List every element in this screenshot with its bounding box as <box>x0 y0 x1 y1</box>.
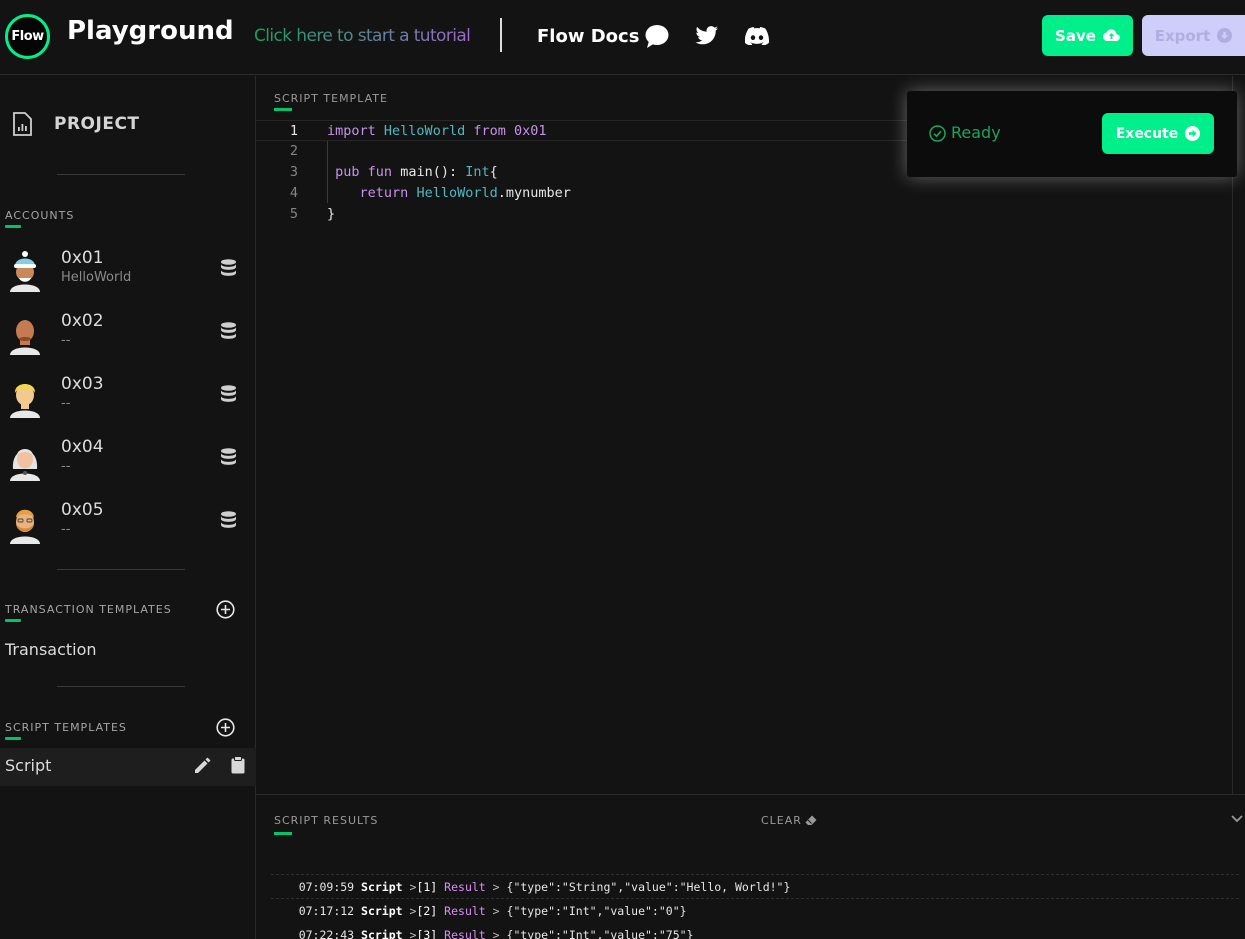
script-template-item-selected[interactable]: Script <box>0 748 256 786</box>
account-contract-name: -- <box>61 459 71 474</box>
twitter-icon[interactable] <box>693 22 721 50</box>
avatar <box>10 449 40 481</box>
results-section-label: SCRIPT RESULTS <box>274 814 379 827</box>
logo-text: Flow <box>11 29 44 44</box>
log-value: {"type":"Int","value":"75"} <box>506 928 694 939</box>
avatar <box>10 251 40 292</box>
account-address: 0x04 <box>61 437 104 457</box>
project-label: PROJECT <box>54 114 140 134</box>
account-contract-name: -- <box>61 522 71 537</box>
app-title: Playground <box>67 16 234 46</box>
code-text: return HelloWorld.mynumber <box>359 185 571 201</box>
avatar <box>10 320 40 355</box>
discord-icon[interactable] <box>743 22 771 50</box>
project-file-icon <box>13 112 32 136</box>
header-divider <box>500 18 502 52</box>
section-underline <box>5 737 21 740</box>
sidebar: PROJECT ACCOUNTS 0x01 HelloWorld 0x02 -- <box>0 76 256 939</box>
account-address: 0x03 <box>61 374 104 394</box>
clear-label: CLEAR <box>761 814 802 827</box>
flow-logo[interactable]: Flow <box>5 14 50 59</box>
export-label: Export <box>1154 26 1211 45</box>
code-editor[interactable]: SCRIPT TEMPLATE 1 import HelloWorld from… <box>256 76 1233 794</box>
line-number: 3 <box>289 164 298 180</box>
divider <box>57 569 185 570</box>
account-item[interactable]: 0x05 -- <box>0 500 256 556</box>
execute-button[interactable]: Execute <box>1102 113 1214 154</box>
chat-bubble-icon[interactable] <box>643 22 671 50</box>
account-item[interactable]: 0x02 -- <box>0 311 256 367</box>
code-text: pub fun main(): Int{ <box>335 164 498 180</box>
clipboard-icon[interactable] <box>231 756 245 774</box>
account-contract-name: -- <box>61 333 71 348</box>
project-header[interactable]: PROJECT <box>12 112 140 136</box>
log-type: Script <box>361 928 403 939</box>
log-result-label: Result <box>444 928 486 939</box>
account-address: 0x02 <box>61 311 104 331</box>
flow-docs-link[interactable]: Flow Docs <box>537 26 639 47</box>
database-icon[interactable] <box>220 322 237 340</box>
result-log-row: 07:22:43 Script >[3] Result > {"type":"I… <box>271 899 1239 939</box>
add-transaction-template-icon[interactable] <box>216 600 235 619</box>
code-line[interactable]: 4 return HelloWorld.mynumber <box>256 183 1233 204</box>
transaction-templates-label: TRANSACTION TEMPLATES <box>5 603 172 616</box>
code-text: import HelloWorld from 0x01 <box>327 123 547 139</box>
top-header: Flow Playground Click here to start a tu… <box>0 0 1245 75</box>
transaction-template-item[interactable]: Transaction <box>5 640 97 659</box>
execute-label: Execute <box>1115 125 1179 142</box>
export-button[interactable]: Export <box>1142 15 1245 56</box>
account-contract-name: -- <box>61 396 71 411</box>
section-underline <box>274 108 292 111</box>
section-underline <box>274 832 292 835</box>
add-script-template-icon[interactable] <box>216 718 235 737</box>
accounts-section-label: ACCOUNTS <box>5 209 75 222</box>
avatar <box>10 384 40 418</box>
avatar <box>10 509 40 544</box>
database-icon[interactable] <box>220 448 237 466</box>
account-address: 0x05 <box>61 500 104 520</box>
save-label: Save <box>1055 26 1096 45</box>
clear-button[interactable]: CLEAR <box>761 814 817 827</box>
arrow-right-circle-icon <box>1185 126 1201 141</box>
divider <box>57 174 185 175</box>
database-icon[interactable] <box>220 511 237 529</box>
script-results-panel: SCRIPT RESULTS CLEAR 07:09:59 Script >[1… <box>256 794 1245 939</box>
eraser-icon <box>805 815 817 825</box>
log-index: [3] <box>416 928 438 939</box>
account-address: 0x01 <box>61 248 104 268</box>
save-button[interactable]: Save <box>1042 15 1133 56</box>
arrow-down-circle-icon <box>1217 28 1233 43</box>
code-text: } <box>327 206 336 222</box>
account-contract-name: HelloWorld <box>61 270 132 285</box>
execution-status-panel: Ready Execute <box>907 91 1237 177</box>
script-templates-label: SCRIPT TEMPLATES <box>5 721 127 734</box>
line-number: 5 <box>289 206 298 222</box>
account-item[interactable]: 0x01 HelloWorld <box>0 248 256 304</box>
tutorial-link[interactable]: Click here to start a tutorial <box>254 26 471 46</box>
divider <box>57 686 185 687</box>
result-log-row: 07:17:12 Script >[2] Result > {"type":"I… <box>271 875 1239 918</box>
database-icon[interactable] <box>220 259 237 277</box>
result-log-row: 07:09:59 Script >[1] Result > {"type":"S… <box>271 851 1239 894</box>
log-time: 07:22:43 <box>298 928 355 939</box>
editor-section-label: SCRIPT TEMPLATE <box>274 92 388 105</box>
script-template-label: Script <box>5 756 52 775</box>
cloud-upload-icon <box>1102 29 1120 41</box>
chevron-down-icon[interactable] <box>1231 815 1243 823</box>
pencil-icon[interactable] <box>194 757 211 774</box>
database-icon[interactable] <box>220 385 237 403</box>
section-underline <box>5 225 21 228</box>
line-number: 1 <box>289 123 298 139</box>
code-line[interactable]: 5 } <box>256 204 1233 225</box>
account-item[interactable]: 0x04 -- <box>0 437 256 493</box>
section-underline <box>5 619 21 622</box>
account-item[interactable]: 0x03 -- <box>0 374 256 430</box>
status-text: Ready <box>951 123 1001 142</box>
check-circle-icon <box>929 125 946 142</box>
line-number: 4 <box>289 185 298 201</box>
line-number: 2 <box>289 143 298 159</box>
